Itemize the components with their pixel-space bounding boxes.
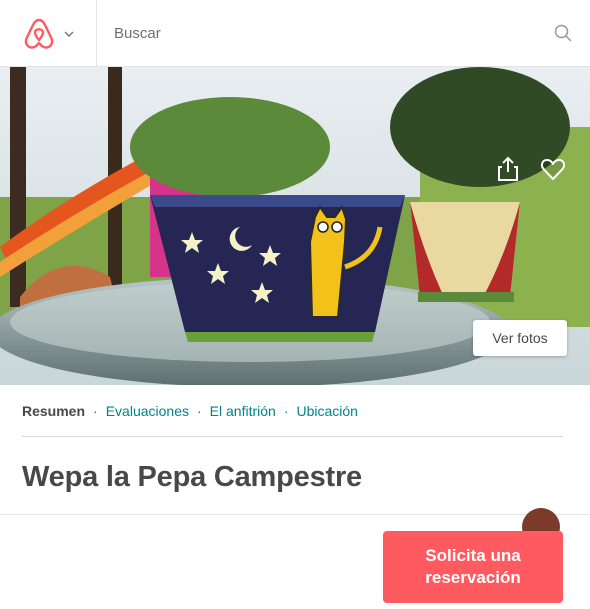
chevron-down-icon (64, 31, 74, 37)
section-divider (22, 436, 563, 437)
search-input[interactable] (98, 13, 528, 54)
nav-tab-host[interactable]: El anfitrión (210, 403, 276, 419)
nav-separator: · (93, 403, 98, 419)
search-icon[interactable] (554, 24, 572, 42)
share-icon[interactable] (494, 155, 522, 183)
nav-tab-summary[interactable]: Resumen (22, 403, 85, 419)
airbnb-logo-icon (24, 18, 54, 49)
heart-icon[interactable] (539, 155, 567, 183)
nav-separator: · (283, 403, 289, 419)
logo-menu-button[interactable] (0, 0, 97, 67)
nav-separator: · (196, 403, 202, 419)
search-bar (98, 0, 590, 67)
nav-tab-location[interactable]: Ubicación (296, 403, 357, 419)
top-bar (0, 0, 590, 67)
nav-tab-reviews[interactable]: Evaluaciones (106, 403, 189, 419)
request-reservation-label: Solicita una reservación (425, 546, 521, 587)
section-nav: Resumen · Evaluaciones · El anfitrión · … (22, 398, 358, 424)
request-reservation-button[interactable]: Solicita una reservación (383, 531, 563, 603)
listing-title: Wepa la Pepa Campestre (22, 461, 362, 493)
view-photos-button[interactable]: Ver fotos (473, 320, 567, 356)
